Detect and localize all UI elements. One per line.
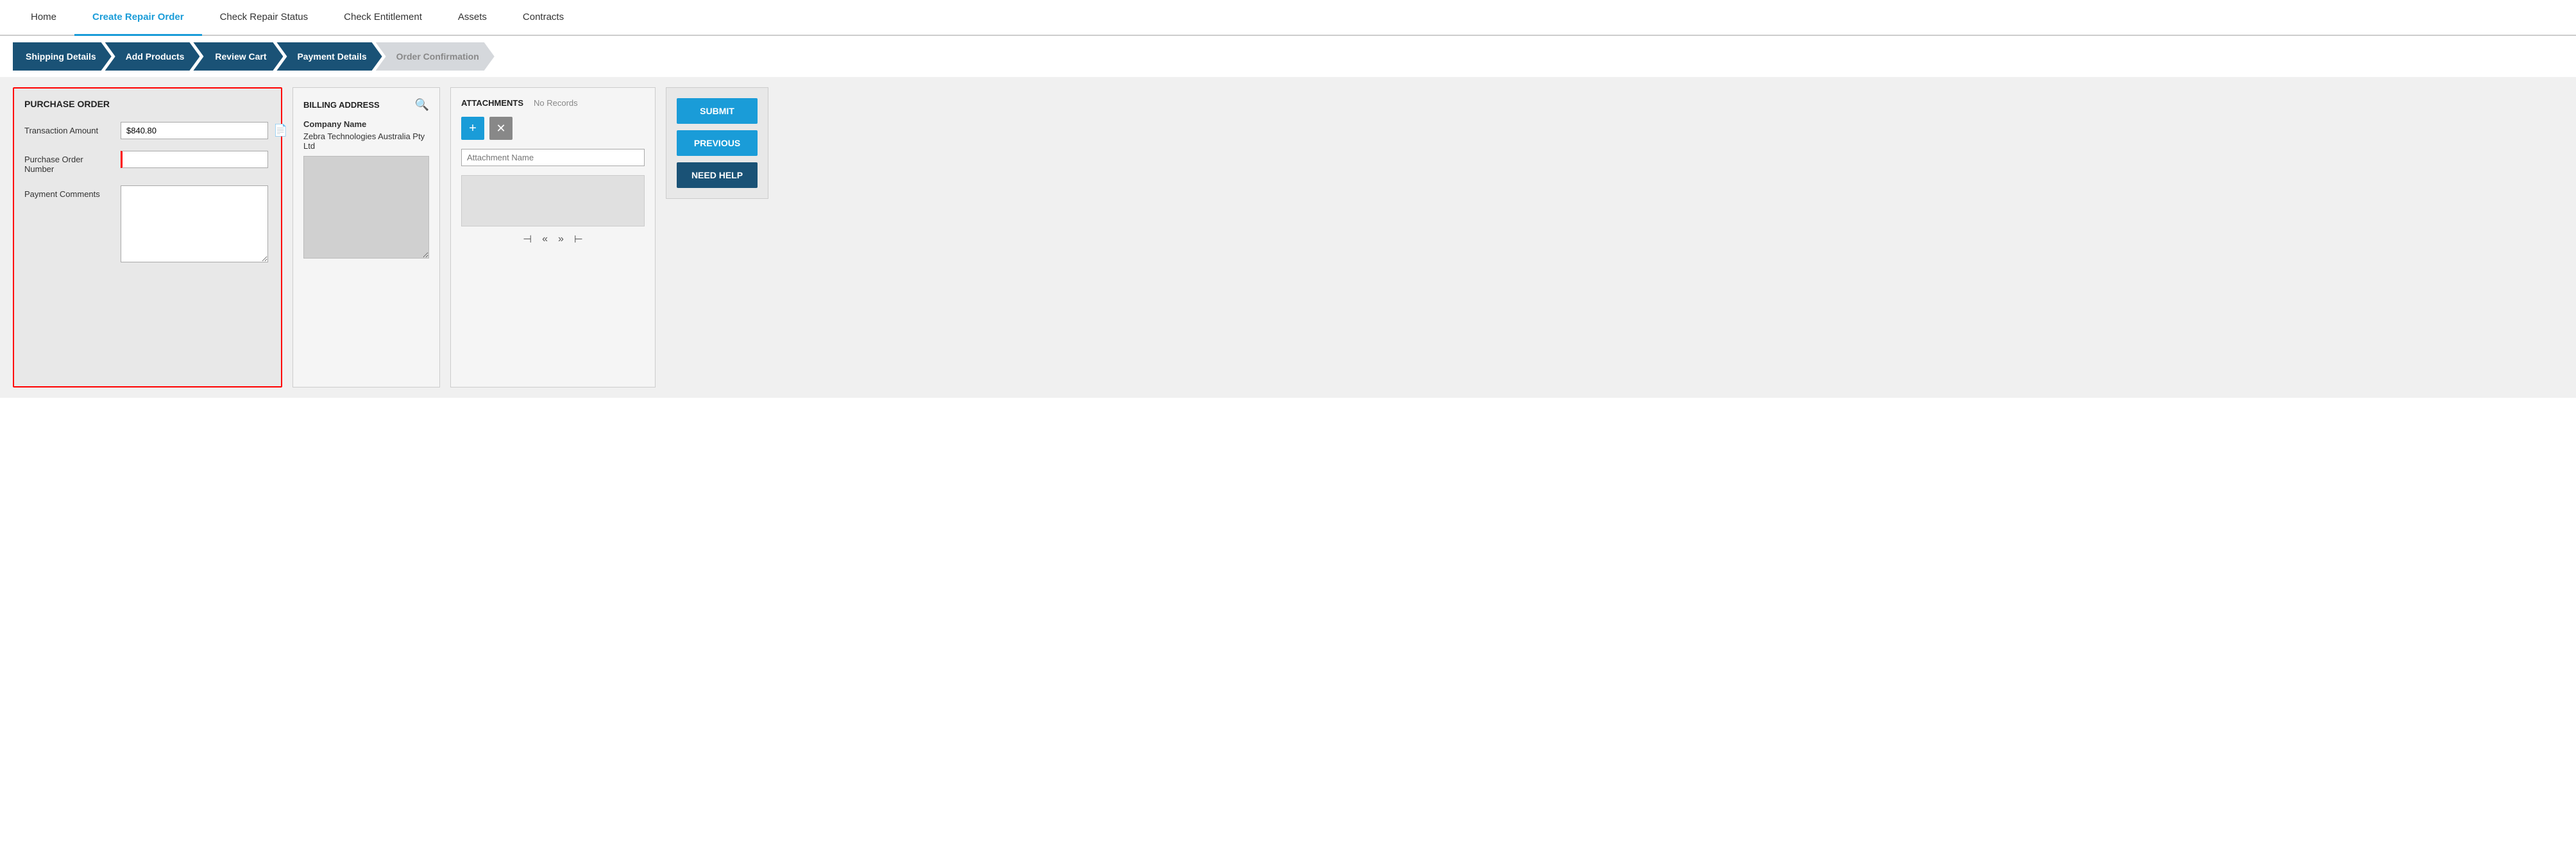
step-shipping-details[interactable]: Shipping Details <box>13 42 112 71</box>
billing-search-icon[interactable]: 🔍 <box>415 98 429 112</box>
pagination-next-button[interactable]: » <box>555 232 566 246</box>
step-order-confirmation[interactable]: Order Confirmation <box>376 42 495 71</box>
step-review-cart[interactable]: Review Cart <box>193 42 283 71</box>
nav-item-assets[interactable]: Assets <box>440 0 505 36</box>
previous-button[interactable]: PREVIOUS <box>677 130 758 156</box>
nav-item-check-entitlement[interactable]: Check Entitlement <box>326 0 440 36</box>
attachment-buttons: + ✕ <box>461 117 645 140</box>
transaction-amount-wrap: 📄 <box>121 122 287 139</box>
pagination-prev-button[interactable]: « <box>539 232 550 246</box>
attachments-title: ATTACHMENTS <box>461 98 523 108</box>
nav-item-create-repair-order[interactable]: Create Repair Order <box>74 0 202 36</box>
purchase-order-section: PURCHASE ORDER Transaction Amount 📄 Purc… <box>13 87 282 387</box>
step-payment-details-label[interactable]: Payment Details <box>276 42 382 71</box>
attachments-header: ATTACHMENTS No Records <box>461 98 645 108</box>
step-order-confirmation-label[interactable]: Order Confirmation <box>376 42 495 71</box>
payment-comments-row: Payment Comments <box>24 185 271 262</box>
attachment-add-button[interactable]: + <box>461 117 484 140</box>
attachment-grid <box>461 175 645 226</box>
pagination-controls: ⊣ « » ⊢ <box>461 232 645 247</box>
billing-header: BILLING ADDRESS 🔍 <box>303 98 429 112</box>
attachments-section: ATTACHMENTS No Records + ✕ ⊣ « » ⊢ <box>450 87 656 387</box>
transaction-amount-label: Transaction Amount <box>24 122 114 135</box>
billing-title: BILLING ADDRESS <box>303 100 380 110</box>
nav-item-contracts[interactable]: Contracts <box>505 0 582 36</box>
payment-comments-input[interactable] <box>121 185 268 262</box>
payment-comments-label: Payment Comments <box>24 185 114 199</box>
submit-button[interactable]: SUBMIT <box>677 98 758 124</box>
main-content: PURCHASE ORDER Transaction Amount 📄 Purc… <box>0 77 2576 398</box>
payment-comments-wrap <box>121 185 271 262</box>
top-navigation: Home Create Repair Order Check Repair St… <box>0 0 2576 36</box>
nav-item-home[interactable]: Home <box>13 0 74 36</box>
step-add-products-label[interactable]: Add Products <box>105 42 200 71</box>
billing-company-name: Zebra Technologies Australia Pty Ltd <box>303 132 429 151</box>
attachment-name-input[interactable] <box>461 149 645 166</box>
billing-address-section: BILLING ADDRESS 🔍 Company Name Zebra Tec… <box>292 87 440 387</box>
action-buttons-section: SUBMIT PREVIOUS NEED HELP <box>666 87 768 199</box>
no-records-text: No Records <box>534 98 578 108</box>
need-help-button[interactable]: NEED HELP <box>677 162 758 188</box>
step-add-products[interactable]: Add Products <box>105 42 200 71</box>
nav-item-check-repair-status[interactable]: Check Repair Status <box>202 0 326 36</box>
step-bar: Shipping Details Add Products Review Car… <box>0 36 2576 77</box>
attachment-remove-button[interactable]: ✕ <box>489 117 513 140</box>
billing-address-textarea[interactable] <box>303 156 429 259</box>
purchase-order-title: PURCHASE ORDER <box>24 99 271 109</box>
pagination-last-button[interactable]: ⊢ <box>572 232 586 247</box>
po-number-wrap <box>121 151 271 168</box>
po-number-row: Purchase Order Number <box>24 151 271 174</box>
po-number-label: Purchase Order Number <box>24 151 114 174</box>
document-icon[interactable]: 📄 <box>273 124 287 137</box>
step-payment-details[interactable]: Payment Details <box>276 42 382 71</box>
step-review-cart-label[interactable]: Review Cart <box>193 42 283 71</box>
transaction-amount-row: Transaction Amount 📄 <box>24 122 271 139</box>
po-number-input[interactable] <box>121 151 268 168</box>
transaction-amount-input[interactable] <box>121 122 268 139</box>
billing-company-label: Company Name <box>303 119 429 129</box>
pagination-first-button[interactable]: ⊣ <box>520 232 534 247</box>
step-shipping-details-label[interactable]: Shipping Details <box>13 42 112 71</box>
